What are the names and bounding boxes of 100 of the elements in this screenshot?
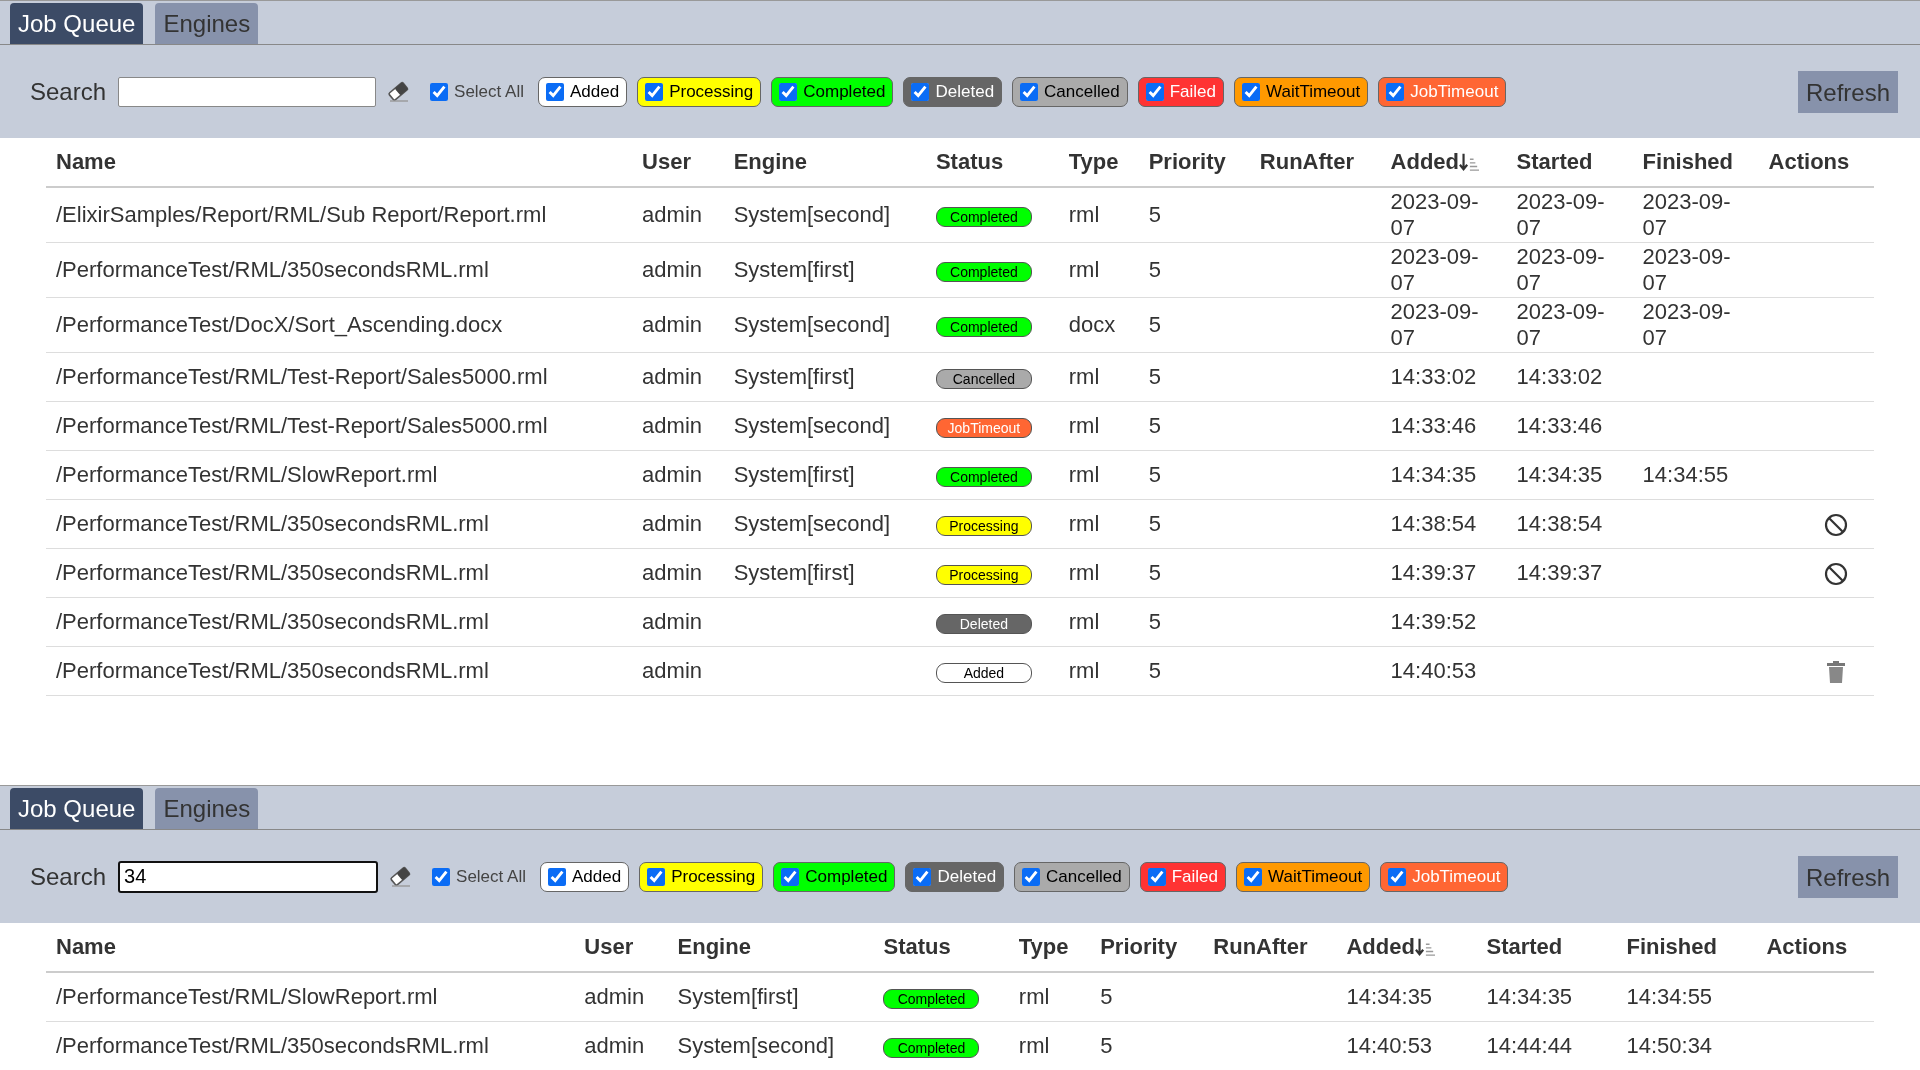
filter-checkbox[interactable] (1022, 867, 1041, 886)
column-header[interactable]: Name (56, 934, 116, 960)
tab[interactable]: Engines (155, 788, 259, 829)
priority-cell: 5 (1100, 1033, 1113, 1058)
status-filter-chip[interactable]: Deleted (905, 861, 1005, 892)
cancel-icon[interactable] (1824, 562, 1848, 587)
file-path: /PerformanceTest/RML/SlowReport.rml (56, 462, 438, 487)
refresh-button[interactable]: Refresh (1797, 70, 1898, 113)
column-header[interactable]: Priority (1148, 149, 1226, 175)
filter-label: Failed (1171, 866, 1218, 887)
file-path: /PerformanceTest/RML/350secondsRML.rml (56, 560, 489, 585)
status-filter-chip[interactable]: Cancelled (1012, 76, 1128, 107)
column-header[interactable]: Status (935, 149, 1004, 175)
file-path: /ElixirSamples/Report/RML/Sub Report/Report.rml (56, 202, 547, 227)
priority-cell: 5 (1148, 609, 1161, 634)
filter-checkbox[interactable] (1388, 867, 1407, 886)
added-time: 14:40:53 (1390, 658, 1477, 683)
filter-checkbox[interactable] (911, 82, 930, 101)
added-time: 2023-09-07 (1390, 244, 1479, 295)
status-filter-chip[interactable]: WaitTimeout (1236, 861, 1371, 892)
type-cell: rml (1068, 413, 1100, 438)
status-filter-chip[interactable]: Added (540, 861, 630, 892)
tab[interactable]: Job Queue (10, 3, 144, 44)
user-cell: admin (642, 364, 702, 389)
column-header[interactable]: Finished (1642, 149, 1734, 175)
sort-descending-icon[interactable] (1459, 152, 1480, 172)
status-filter-chip[interactable]: Failed (1139, 861, 1226, 892)
added-time: 14:38:54 (1390, 511, 1477, 536)
column-header[interactable]: Type (1068, 149, 1119, 175)
status-filter-chip[interactable]: Completed (771, 76, 894, 107)
column-header[interactable]: Added (1346, 934, 1415, 960)
status-filter-chip[interactable]: Cancelled (1014, 861, 1130, 892)
status-filter-chip[interactable]: Processing (639, 861, 764, 892)
filter-checkbox[interactable] (779, 82, 798, 101)
search-field[interactable]: 34 (118, 860, 379, 893)
sort-descending-icon[interactable] (1414, 937, 1435, 957)
column-header[interactable]: Type (1018, 934, 1069, 960)
select-all-checkbox[interactable] (432, 867, 451, 886)
tab[interactable]: Job Queue (10, 788, 144, 829)
type-cell: rml (1068, 609, 1100, 634)
filter-label: Deleted (937, 866, 997, 887)
finished-time: 14:50:34 (1626, 1033, 1713, 1058)
filter-checkbox[interactable] (1147, 867, 1166, 886)
status-badge: Processing (935, 565, 1032, 585)
filter-checkbox[interactable] (1386, 82, 1405, 101)
file-path: /PerformanceTest/RML/350secondsRML.rml (56, 257, 489, 282)
column-header[interactable]: Engine (677, 934, 751, 960)
started-time: 14:33:46 (1516, 413, 1603, 438)
column-header[interactable]: Actions (1768, 149, 1850, 175)
filter-checkbox[interactable] (1244, 867, 1262, 886)
filter-checkbox[interactable] (647, 867, 666, 886)
filter-checkbox[interactable] (781, 867, 800, 886)
column-header[interactable]: RunAfter (1259, 149, 1354, 175)
filter-label: JobTimeout (1410, 81, 1499, 102)
status-filter-chip[interactable]: Failed (1137, 76, 1224, 107)
column-header[interactable]: Priority (1100, 934, 1178, 960)
refresh-button[interactable]: Refresh (1797, 855, 1898, 898)
cancel-icon[interactable] (1824, 513, 1848, 538)
column-header[interactable]: Name (56, 149, 116, 175)
filter-checkbox[interactable] (548, 867, 566, 886)
tab[interactable]: Engines (155, 3, 259, 44)
column-header[interactable]: User (642, 149, 691, 175)
status-badge: JobTimeout (935, 418, 1032, 438)
status-filter-chip[interactable]: Deleted (903, 76, 1003, 107)
filter-label: Processing (669, 81, 754, 102)
column-header[interactable]: RunAfter (1213, 934, 1308, 960)
user-cell: admin (642, 257, 702, 282)
filter-checkbox[interactable] (913, 867, 932, 886)
column-header[interactable]: Engine (733, 149, 807, 175)
added-time: 2023-09-07 (1390, 189, 1479, 240)
status-filter-chip[interactable]: WaitTimeout (1234, 76, 1369, 107)
filter-checkbox[interactable] (1145, 82, 1164, 101)
filter-label: Cancelled (1044, 81, 1120, 102)
filter-checkbox[interactable] (1020, 82, 1039, 101)
priority-cell: 5 (1148, 560, 1161, 585)
filter-checkbox[interactable] (645, 82, 664, 101)
select-all-checkbox[interactable] (430, 82, 449, 101)
status-filter-chip[interactable]: Completed (773, 861, 896, 892)
column-header[interactable]: Status (883, 934, 951, 960)
status-filter-chip[interactable]: Processing (637, 76, 762, 107)
user-cell: admin (642, 609, 702, 634)
trash-icon[interactable] (1824, 660, 1848, 685)
search-field[interactable] (118, 76, 377, 107)
file-path: /PerformanceTest/RML/350secondsRML.rml (56, 1033, 489, 1058)
filter-checkbox[interactable] (546, 82, 564, 101)
file-path: /PerformanceTest/RML/Test-Report/Sales5000.rml (56, 413, 548, 438)
column-header[interactable]: Started (1516, 149, 1593, 175)
added-time: 14:34:35 (1390, 462, 1477, 487)
column-header[interactable]: Started (1486, 934, 1563, 960)
column-header[interactable]: Added (1390, 149, 1460, 175)
user-cell: admin (642, 413, 702, 438)
started-time: 14:34:35 (1516, 462, 1603, 487)
file-path: /PerformanceTest/DocX/Sort_Ascending.docx (56, 312, 503, 337)
filter-checkbox[interactable] (1242, 82, 1260, 101)
column-header[interactable]: Actions (1766, 934, 1848, 960)
column-header[interactable]: User (584, 934, 634, 960)
type-cell: rml (1068, 560, 1100, 585)
status-filter-chip[interactable]: Added (538, 76, 628, 107)
started-time: 14:34:35 (1486, 984, 1573, 1009)
column-header[interactable]: Finished (1626, 934, 1717, 960)
